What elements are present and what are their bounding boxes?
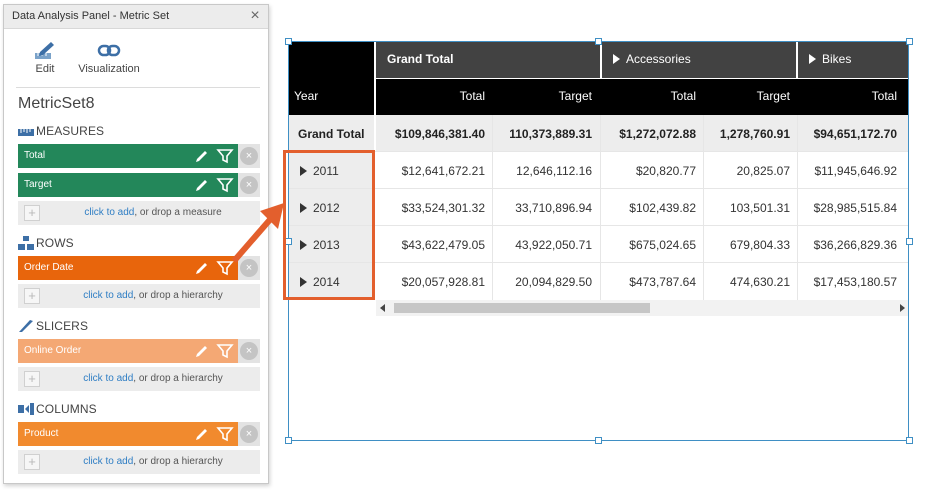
dropzone-text: click to add, or drop a hierarchy (83, 456, 223, 467)
hierarchy-icon (18, 236, 34, 250)
metricset-name: MetricSet8 (18, 95, 95, 112)
slicers-heading: SLICERS (18, 318, 88, 334)
remove-icon[interactable]: × (240, 425, 258, 443)
filter-icon[interactable] (216, 147, 234, 165)
resize-handle[interactable] (595, 38, 602, 45)
pencil-icon[interactable] (194, 426, 210, 442)
remove-icon[interactable]: × (240, 176, 258, 194)
pill-label: Total (24, 150, 46, 161)
slicers-dropzone[interactable]: + click to add, or drop a hierarchy (18, 367, 260, 391)
measure-pill-target[interactable]: Target (18, 173, 238, 197)
filter-icon[interactable] (216, 176, 234, 194)
columns-heading: COLUMNS (18, 401, 97, 417)
pencil-icon[interactable] (194, 148, 210, 164)
measures-heading: MEASURES (18, 123, 104, 139)
pill-label: Product (24, 428, 59, 439)
columns-icon (18, 403, 34, 415)
ruler-icon (18, 129, 34, 136)
resize-handle[interactable] (285, 437, 292, 444)
visualization-label: Visualization (78, 63, 140, 75)
remove-icon[interactable]: × (240, 147, 258, 165)
resize-handle[interactable] (285, 38, 292, 45)
panel-title: Data Analysis Panel - Metric Set (12, 10, 170, 22)
column-pill-product[interactable]: Product (18, 422, 238, 446)
measure-pill-total[interactable]: Total (18, 144, 238, 168)
remove-button-wrap: × (238, 173, 260, 197)
pencil-icon[interactable] (194, 260, 210, 276)
resize-handle[interactable] (906, 238, 913, 245)
click-to-add-link[interactable]: click to add (84, 207, 134, 218)
slicer-knife-icon (19, 320, 33, 332)
add-icon[interactable]: + (24, 371, 40, 387)
edit-label: Edit (35, 63, 55, 75)
selection-frame (288, 41, 909, 441)
add-icon[interactable]: + (24, 288, 40, 304)
rows-heading: ROWS (18, 235, 74, 251)
pencil-icon[interactable] (194, 177, 210, 193)
edit-button[interactable]: Edit (30, 41, 60, 75)
remove-icon[interactable]: × (240, 342, 258, 360)
resize-handle[interactable] (595, 437, 602, 444)
add-icon[interactable]: + (24, 454, 40, 470)
slicer-pill-online-order[interactable]: Online Order (18, 339, 238, 363)
click-to-add-link[interactable]: click to add (83, 290, 133, 301)
visualization-button[interactable]: Visualization (76, 41, 142, 75)
filter-icon[interactable] (216, 342, 234, 360)
pencil-ruler-icon (35, 42, 54, 59)
pill-label: Online Order (24, 345, 82, 356)
row-highlight-box (283, 150, 375, 300)
pill-label: Order Date (24, 262, 74, 273)
callout-arrow-icon (231, 203, 284, 263)
click-to-add-link[interactable]: click to add (83, 456, 133, 467)
remove-button-wrap: × (238, 339, 260, 363)
resize-handle[interactable] (906, 38, 913, 45)
measures-dropzone[interactable]: + click to add, or drop a measure (18, 201, 260, 225)
row-pill-order-date[interactable]: Order Date (18, 256, 238, 280)
link-icon (97, 44, 121, 57)
divider (16, 87, 260, 88)
click-to-add-link[interactable]: click to add (83, 373, 133, 384)
add-icon[interactable]: + (24, 205, 40, 221)
dropzone-text: click to add, or drop a measure (84, 207, 222, 218)
rows-dropzone[interactable]: + click to add, or drop a hierarchy (18, 284, 260, 308)
filter-icon[interactable] (216, 425, 234, 443)
dropzone-text: click to add, or drop a hierarchy (83, 290, 223, 301)
panel-title-bar: Data Analysis Panel - Metric Set × (4, 5, 268, 29)
pencil-icon[interactable] (194, 343, 210, 359)
close-button[interactable]: × (246, 7, 264, 25)
dropzone-text: click to add, or drop a hierarchy (83, 373, 223, 384)
remove-button-wrap: × (238, 422, 260, 446)
columns-dropzone[interactable]: + click to add, or drop a hierarchy (18, 450, 260, 474)
pill-label: Target (24, 179, 52, 190)
resize-handle[interactable] (906, 437, 913, 444)
remove-button-wrap: × (238, 144, 260, 168)
